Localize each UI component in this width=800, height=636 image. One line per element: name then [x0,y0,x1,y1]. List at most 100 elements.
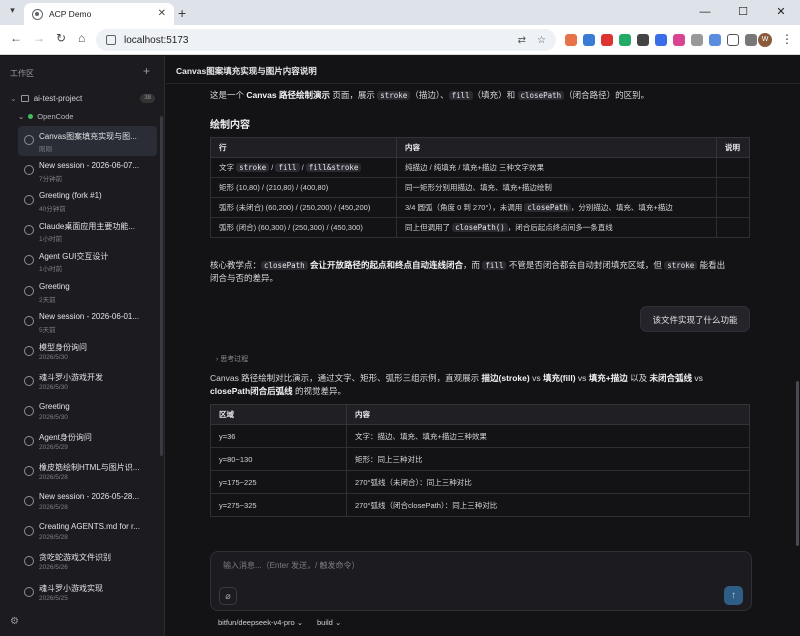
session-item[interactable]: 模型身份询问 2026/5/30 [18,337,157,367]
chat-bubble-icon [24,345,34,356]
session-time: 2026/5/28 [39,504,68,512]
attach-icon[interactable]: ⌀ [219,587,237,605]
model-selector[interactable]: bitfun/deepseek-v4-pro ⌄ [218,618,303,627]
site-info-icon[interactable] [106,35,116,45]
profile-avatar[interactable]: W [758,33,772,47]
home-icon[interactable]: ⌂ [78,31,85,45]
session-time: 2026/5/25 [39,594,68,602]
extension-icon[interactable] [601,34,613,46]
table-cell: 同一矩形分别用描边、填充、填充+描边绘制 [396,177,717,198]
session-item[interactable]: Creating AGENTS.md for r... 2026/5/28 [18,517,157,547]
project-item[interactable]: ⌄ ai-test-project 38 [10,92,155,104]
agent-group[interactable]: ⌄ OpenCode [18,112,74,121]
more-menu-icon[interactable]: ⋮ [781,32,793,46]
column-header: 区域 [210,404,347,425]
settings-gear-icon[interactable]: ⚙ [10,616,19,627]
session-item[interactable]: New session - 2026-05-28... 2026/5/28 [18,487,157,517]
folder-icon [20,94,29,102]
table-cell: y=275~325 [210,493,347,517]
session-time: 2026/5/30 [39,353,68,361]
puzzle-icon[interactable] [727,34,739,46]
forward-icon[interactable]: → [33,31,45,45]
maximize-icon[interactable]: ☐ [724,0,762,25]
chat-bubble-icon [24,255,34,266]
translate-icon[interactable]: ⇄ [518,35,526,46]
chat-bubble-icon [24,496,34,507]
table-row: y=175~225 270°弧线（未闭合）：同上三种对比 [210,470,750,494]
extension-icon[interactable] [637,34,649,46]
session-title: New session - 2026-06-01... [39,311,140,321]
session-item[interactable]: 魂斗罗小游戏开发 2026/5/30 [18,367,157,397]
session-time: 2026/5/28 [39,534,68,542]
close-window-icon[interactable]: ✕ [762,0,800,25]
session-item[interactable]: Canvas图案填充实现与图... 刚刚 [18,126,157,156]
region-table: 区域 内容 y=36 文字：描边、填充、填充+描边三种效果 y=80~130 矩形：… [210,404,750,517]
session-item[interactable]: Claude桌面应用主要功能... 1小时前 [18,216,157,246]
session-item[interactable]: New session - 2026-06-07... 7分钟前 [18,156,157,186]
chat-bubble-icon [24,526,34,537]
browser-tab[interactable]: ACP Demo ✕ [24,3,174,25]
tab-search-icon[interactable]: ▾ [6,5,19,18]
extension-icon[interactable] [565,34,577,46]
table-cell: 弧形 (未闭合) (60,200) / (250,200) / (450,200… [210,197,397,218]
table-cell [716,217,750,238]
session-item[interactable]: Agent身份询问 2026/5/29 [18,427,157,457]
session-time: 2026/5/26 [39,564,68,572]
session-item[interactable]: Agent GUI交互设计 1小时前 [18,246,157,276]
extension-icon[interactable] [691,34,703,46]
session-item[interactable]: 魂斗罗小游戏实现 2026/5/25 [18,578,157,608]
chat-main: Canvas图案填充实现与图片内容说明 这是一个 Canvas 路径绘制演示 页… [166,56,800,636]
session-item[interactable]: 橡皮筋绘制HTML与图片识... 2026/5/28 [18,457,157,487]
session-item[interactable]: Greeting 2天前 [18,277,157,307]
table-cell: y=36 [210,424,347,448]
chevron-down-icon: ⌄ [18,112,25,121]
close-tab-icon[interactable]: ✕ [158,8,166,19]
project-name: ai-test-project [33,93,83,103]
session-item[interactable]: New session - 2026-06-01... 5天前 [18,307,157,337]
session-item[interactable]: Greeting 2026/5/30 [18,397,157,427]
new-tab-icon[interactable]: + [178,5,186,21]
extensions-area [565,34,757,46]
session-time: 2026/5/28 [39,474,68,482]
session-item[interactable]: 贪吃蛇游戏文件识别 2026/5/26 [18,547,157,577]
sidebar-scrollbar[interactable] [160,116,163,456]
reload-icon[interactable]: ↻ [56,31,66,45]
session-title: 魂斗罗小游戏实现 [39,583,103,593]
table-cell: 同上但调用了 closePath() ，闭合后起点终点间多一条直线 [396,217,717,238]
bookmark-star-icon[interactable]: ☆ [537,35,546,46]
thinking-toggle[interactable]: › 思考过程 [216,354,248,364]
extension-icon[interactable] [583,34,595,46]
add-workspace-icon[interactable]: + [143,64,150,78]
session-time: 1小时前 [39,236,63,244]
send-button[interactable]: ↑ [724,586,743,605]
content-table: 行 内容 说明 文字 stroke / fill / fill&stroke 纯… [210,137,750,238]
extension-icon[interactable] [619,34,631,46]
sidepanel-icon[interactable] [745,34,757,46]
column-header: 内容 [396,137,717,158]
table-cell: 弧形 (闭合) (60,300) / (250,300) / (450,300) [210,217,397,238]
core-point-paragraph: 核心教学点： closePath 会让开放路径的起点和终点自动连线闭合，而 fil… [210,260,726,283]
minimize-icon[interactable]: — [686,0,724,25]
back-icon[interactable]: ← [10,31,22,45]
session-item[interactable]: Greeting (fork #1) 40分钟前 [18,186,157,216]
address-bar[interactable]: localhost:5173 ⇄ ☆ [96,29,556,51]
chat-scrollbar[interactable] [796,381,799,546]
session-time: 2026/5/29 [39,444,68,451]
table-cell: y=175~225 [210,470,347,494]
chat-bubble-icon [24,285,34,296]
table-cell: 纯描边 / 纯填充 / 填充+描边 三种文字效果 [396,157,717,178]
session-time: 7分钟前 [39,176,63,184]
session-title: Creating AGENTS.md for r... [39,522,140,532]
window-controls: — ☐ ✕ [686,0,800,25]
chat-bubble-icon [24,195,34,206]
extension-icon[interactable] [655,34,667,46]
mode-selector[interactable]: build ⌄ [317,618,341,627]
intro-paragraph: 这是一个 Canvas 路径绘制演示 页面，展示 stroke （描边）、 fill… [210,90,650,100]
session-title: Canvas图案填充实现与图... [39,132,137,141]
extension-icon[interactable] [709,34,721,46]
table-row: 文字 stroke / fill / fill&stroke 纯描边 / 纯填充… [210,157,750,178]
message-input[interactable]: 输入消息...（Enter 发送，/ 触发命令） [223,560,359,571]
extension-icon[interactable] [673,34,685,46]
session-title: Agent身份询问 [39,433,92,442]
message-input-box[interactable]: 输入消息...（Enter 发送，/ 触发命令） ⌀ ↑ [210,551,752,611]
